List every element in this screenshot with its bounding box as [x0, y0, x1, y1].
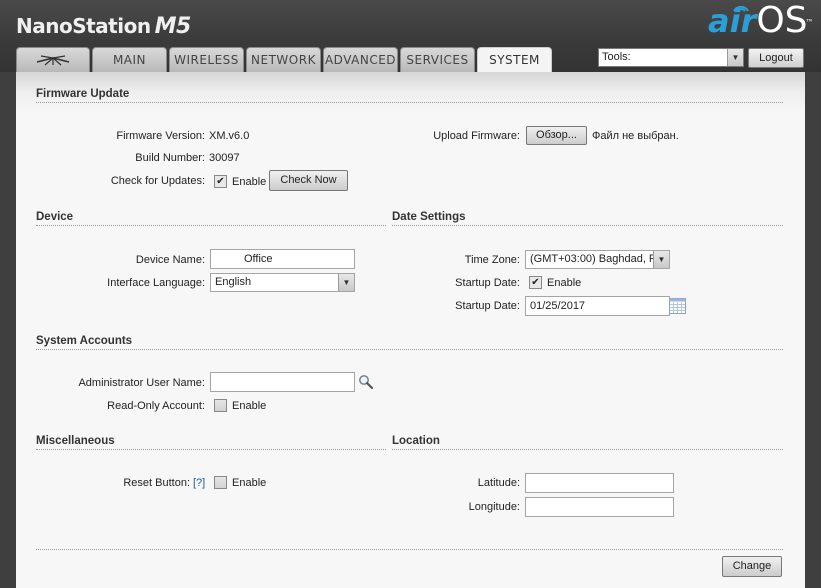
product-model: M5 — [154, 14, 192, 39]
system-settings-panel: Firmware Update Firmware Version: XM.v6.… — [16, 72, 805, 588]
firmware-version-label: Firmware Version: — [116, 130, 205, 142]
admin-username-input[interactable] — [210, 372, 355, 392]
tab-wireless[interactable]: WIRELESS — [169, 47, 244, 72]
reset-enable-label: Enable — [232, 477, 267, 489]
interface-language-value: English — [215, 276, 252, 288]
firmware-section-title: Firmware Update — [36, 88, 130, 100]
tab-system[interactable]: SYSTEM — [477, 47, 552, 73]
reset-button-checkbox[interactable] — [214, 476, 227, 489]
admin-username-label: Administrator User Name: — [78, 377, 205, 389]
tab-ubiquiti-logo[interactable] — [16, 47, 90, 72]
tab-main[interactable]: MAIN — [92, 47, 167, 72]
footer-divider — [36, 549, 783, 550]
read-only-account-label: Read-Only Account: — [107, 400, 205, 412]
latitude-label: Latitude: — [477, 477, 520, 489]
date-settings-section-divider — [392, 225, 783, 226]
build-number-label: Build Number: — [135, 152, 205, 164]
product-name: NanoStation M5 — [16, 14, 191, 39]
location-section-title: Location — [392, 435, 440, 447]
chevron-down-icon[interactable]: ▼ — [727, 49, 743, 66]
miscellaneous-section-title: Miscellaneous — [36, 435, 115, 447]
header: NanoStation M5 airOS ™ MAIN WIRELESS NETW… — [0, 0, 821, 73]
miscellaneous-section-divider — [36, 449, 386, 450]
check-updates-enable-label: Enable — [232, 176, 267, 188]
time-zone-label: Time Zone: — [464, 254, 520, 266]
location-section-divider — [392, 449, 783, 450]
device-section-title: Device — [36, 211, 74, 223]
interface-language-label: Interface Language: — [107, 277, 205, 289]
build-number-value: 30097 — [209, 152, 240, 164]
device-name-label: Device Name: — [135, 254, 205, 266]
chevron-down-icon[interactable]: ▼ — [653, 251, 669, 268]
search-icon[interactable] — [358, 374, 374, 390]
startup-date-checkbox[interactable]: ✔ — [529, 276, 542, 289]
time-zone-select[interactable]: (GMT+03:00) Baghdad, R ▼ — [525, 250, 670, 269]
device-name-input[interactable]: Office — [210, 249, 355, 269]
ubiquiti-antenna-icon — [36, 55, 70, 66]
change-button[interactable]: Change — [722, 556, 782, 577]
read-only-account-checkbox[interactable] — [214, 399, 227, 412]
calendar-icon[interactable] — [669, 298, 686, 314]
tab-services[interactable]: SERVICES — [400, 47, 475, 72]
product-name-text: NanoStation — [16, 14, 151, 38]
latitude-input[interactable] — [525, 473, 674, 493]
check-updates-label: Check for Updates: — [110, 175, 205, 187]
check-updates-checkbox[interactable]: ✔ — [214, 175, 227, 188]
reset-help-link[interactable]: [?] — [193, 477, 205, 489]
startup-date-toggle-label: Startup Date: — [455, 277, 520, 289]
browse-file-button[interactable]: Обзор... — [526, 126, 587, 145]
startup-date-enable-label: Enable — [547, 277, 582, 289]
firmware-section-divider — [36, 102, 783, 103]
read-only-enable-label: Enable — [232, 400, 267, 412]
logo-tm: ™ — [805, 18, 814, 27]
longitude-label: Longitude: — [468, 501, 520, 513]
upload-firmware-label: Upload Firmware: — [433, 130, 520, 142]
logout-button[interactable]: Logout — [748, 48, 804, 68]
device-section-divider — [36, 225, 386, 226]
tab-network[interactable]: NETWORK — [246, 47, 321, 72]
tools-dropdown-value: Tools: — [602, 51, 631, 63]
time-zone-value: (GMT+03:00) Baghdad, R — [530, 253, 657, 265]
startup-date-input[interactable]: 01/25/2017 — [525, 296, 670, 316]
airos-logo: airOS ™ — [708, 0, 814, 41]
system-accounts-section-divider — [36, 349, 783, 350]
system-accounts-section-title: System Accounts — [36, 335, 133, 347]
startup-date-label: Startup Date: — [455, 300, 520, 312]
tools-dropdown[interactable]: Tools: ▼ — [598, 48, 744, 67]
interface-language-select[interactable]: English ▼ — [210, 273, 355, 292]
no-file-selected-text: Файл не выбран. — [592, 130, 679, 142]
tab-advanced[interactable]: ADVANCED — [323, 47, 398, 72]
logo-os: OS — [756, 0, 808, 41]
longitude-input[interactable] — [525, 497, 674, 517]
reset-button-label: Reset Button: — [123, 477, 190, 489]
chevron-down-icon[interactable]: ▼ — [338, 274, 354, 291]
date-settings-section-title: Date Settings — [392, 211, 466, 223]
wifi-waves-icon — [733, 5, 749, 12]
firmware-version-value: XM.v6.0 — [209, 130, 250, 142]
check-now-button[interactable]: Check Now — [269, 170, 348, 191]
